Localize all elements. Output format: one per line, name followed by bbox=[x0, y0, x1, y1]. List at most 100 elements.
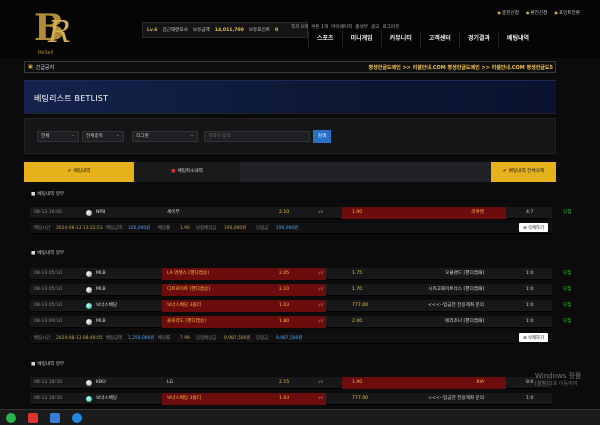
withdraw-link[interactable]: 환전신청 bbox=[526, 10, 547, 16]
league-name: MLB bbox=[96, 271, 106, 276]
quick-link-ad[interactable]: 광고 bbox=[371, 24, 379, 30]
match-score: 8:0 bbox=[526, 380, 534, 385]
expected-label: 당첨예상금 bbox=[196, 336, 217, 341]
vs-label: vs bbox=[318, 303, 324, 308]
search-input[interactable]: 검색어 입력 bbox=[204, 131, 310, 142]
delete-bet-button[interactable]: 삭제하기 bbox=[519, 223, 548, 232]
delete-bet-button[interactable]: 삭제하기 bbox=[519, 333, 548, 342]
baseball-icon bbox=[86, 210, 92, 216]
app-icon[interactable] bbox=[6, 413, 16, 423]
win-amount: 9,987,500원 bbox=[276, 336, 303, 341]
nav-results[interactable]: 경기결과 bbox=[458, 31, 498, 47]
filter-select-league[interactable]: 리그명 bbox=[132, 131, 198, 142]
group-label: 베팅내역 정부 bbox=[31, 250, 64, 256]
nav-minigame[interactable]: 미니게임 bbox=[341, 31, 381, 47]
away-team: 오클랜드 [핸디캡패] bbox=[445, 271, 484, 276]
resell-logo[interactable]: B R bbox=[30, 6, 74, 50]
group-label: 베팅내역 정부 bbox=[31, 361, 64, 367]
table-row[interactable]: 08-13 18:00 NPB 세이부 2.10 vs 1.90 라쿠텐 4:7… bbox=[30, 207, 571, 219]
expected-win: 190,000원 bbox=[224, 226, 247, 231]
bonus-icon bbox=[86, 303, 92, 309]
group-label: 베팅내역 정부 bbox=[31, 191, 64, 197]
league-name: 보너스배당 bbox=[96, 396, 118, 401]
table-row[interactable]: 08-13 18:30 보너스배당 보너스배당 3폴더 1.03 vs 777.… bbox=[30, 393, 552, 405]
site-header: B R ReSell Lv.6 김근태엔포사 보유금액 14,011,700 보… bbox=[0, 0, 600, 58]
tab-bet-history[interactable]: 베팅내역 bbox=[24, 162, 134, 182]
win-label: 당첨금 bbox=[256, 336, 269, 341]
search-button[interactable]: 검색 bbox=[313, 130, 331, 143]
balance-label: 보유금액 bbox=[192, 28, 210, 33]
nav-community[interactable]: 커뮤니티 bbox=[380, 31, 420, 47]
home-team: 세이부 bbox=[167, 210, 180, 215]
nav-bet-history[interactable]: 베팅내역 bbox=[497, 31, 537, 47]
match-date: 08-13 09:10 bbox=[34, 319, 63, 324]
svg-text:R: R bbox=[47, 15, 71, 50]
match-score: 4:7 bbox=[526, 210, 534, 215]
home-team: LA 엔젤스 [핸디캡승] bbox=[167, 271, 209, 276]
away-team: <<<--입금전 전용계좌 문의 bbox=[428, 396, 484, 401]
match-date: 08-13 05:10 bbox=[34, 303, 63, 308]
result-badge: 당첨 bbox=[563, 210, 572, 215]
away-team: 애리조나 [핸디캡패] bbox=[445, 319, 484, 324]
home-team: 콜로라도 [핸디캡승] bbox=[167, 319, 206, 324]
point-convert-link[interactable]: 포인트전환 bbox=[554, 10, 580, 16]
expected-win: 9,987,500원 bbox=[224, 336, 251, 341]
quick-link-logout[interactable]: 로그아웃 bbox=[382, 24, 399, 30]
quick-link-attendance[interactable]: 출석부 bbox=[355, 24, 368, 30]
megaphone-icon: ▣ bbox=[28, 64, 33, 70]
quick-link-messages[interactable]: 쪽지 0개 bbox=[291, 24, 308, 30]
table-row[interactable]: 08-13 09:10 MLB 콜로라도 [핸디캡승] 1.80 vs 2.00… bbox=[30, 316, 571, 328]
win-label: 당첨금 bbox=[256, 226, 269, 231]
filter-select-sport[interactable]: 전체종목 bbox=[82, 131, 124, 142]
delete-all-button[interactable]: 베팅내역 전체삭제 bbox=[491, 162, 556, 182]
notice-ticker: ▣ 긴급공지 평생한글도메인 >> 리셀안내.COM 평생한글도메인 >> 리셀… bbox=[24, 61, 556, 73]
table-row[interactable]: 08-13 05:10 보너스배당 보너스배당 3폴더 1.03 vs 777.… bbox=[30, 300, 571, 312]
quick-link-mypage[interactable]: 마이페이지 bbox=[331, 24, 352, 30]
home-team: 디트로이트 [핸디캡승] bbox=[167, 287, 211, 292]
user-level: Lv.6 bbox=[147, 27, 158, 33]
bet-amount-label: 베팅금액 bbox=[106, 336, 123, 341]
odds-label: 배당률 bbox=[158, 226, 171, 231]
result-badge: 당첨 bbox=[563, 303, 572, 308]
user-name: 김근태엔포사 bbox=[162, 28, 188, 33]
nav-sports[interactable]: 스포츠 bbox=[308, 31, 342, 47]
home-odds: 1.80 bbox=[279, 319, 290, 324]
home-odds: 1.03 bbox=[279, 396, 290, 401]
away-team: 라쿠텐 bbox=[471, 210, 484, 215]
result-badge: 당첨 bbox=[563, 319, 572, 324]
app-icon[interactable] bbox=[50, 413, 60, 423]
bet-odds: 7.99 bbox=[180, 336, 190, 341]
vs-label: vs bbox=[318, 287, 324, 292]
windows-taskbar bbox=[0, 409, 600, 425]
away-odds: 777.00 bbox=[352, 396, 369, 401]
app-icon[interactable] bbox=[28, 413, 38, 423]
filter-select-all[interactable]: 전체 bbox=[37, 131, 79, 142]
table-row[interactable]: 08-13 18:30 KBO LG 2.15 vs 1.90 KIA 8:0 bbox=[30, 377, 552, 389]
ticker-message[interactable]: 평생한글도메인 >> 리셀안내.COM 평생한글도메인 >> 리셀안내.COM … bbox=[369, 64, 555, 71]
nav-support[interactable]: 고객센터 bbox=[419, 31, 459, 47]
table-row[interactable]: 08-13 05:10 MLB 디트로이트 [핸디캡승] 2.10 vs 1.7… bbox=[30, 284, 571, 296]
away-odds: 2.00 bbox=[352, 319, 363, 324]
home-team: LG bbox=[167, 380, 174, 385]
browser-icon[interactable] bbox=[72, 413, 82, 423]
away-odds: 777.00 bbox=[352, 303, 369, 308]
match-score: 1:0 bbox=[526, 319, 534, 324]
deposit-link[interactable]: 충전신청 bbox=[498, 10, 519, 16]
league-name: 보너스배당 bbox=[96, 303, 118, 308]
match-score: 1:0 bbox=[526, 287, 534, 292]
match-date: 08-13 05:10 bbox=[34, 287, 63, 292]
baseball-icon bbox=[86, 287, 92, 293]
league-name: MLB bbox=[96, 287, 106, 292]
expected-label: 당첨예상금 bbox=[196, 226, 217, 231]
match-date: 08-13 18:30 bbox=[34, 396, 63, 401]
away-odds: 1.90 bbox=[352, 380, 363, 385]
bet-amount-label: 베팅금액 bbox=[106, 226, 123, 231]
filter-bar: 전체 전체종목 리그명 검색어 입력 검색 bbox=[24, 118, 556, 154]
quick-link-coupons[interactable]: 쿠폰 1개 bbox=[311, 24, 328, 30]
bet-time: 2024-08-13 13:22:53 bbox=[56, 226, 103, 231]
vs-label: vs bbox=[318, 380, 324, 385]
table-row[interactable]: 08-13 05:10 MLB LA 엔젤스 [핸디캡승] 2.05 vs 1.… bbox=[30, 268, 571, 280]
match-score: 1:0 bbox=[526, 303, 534, 308]
tab-bet-cancel[interactable]: 베팅취소내역 bbox=[134, 162, 240, 182]
baseball-icon bbox=[86, 380, 92, 386]
